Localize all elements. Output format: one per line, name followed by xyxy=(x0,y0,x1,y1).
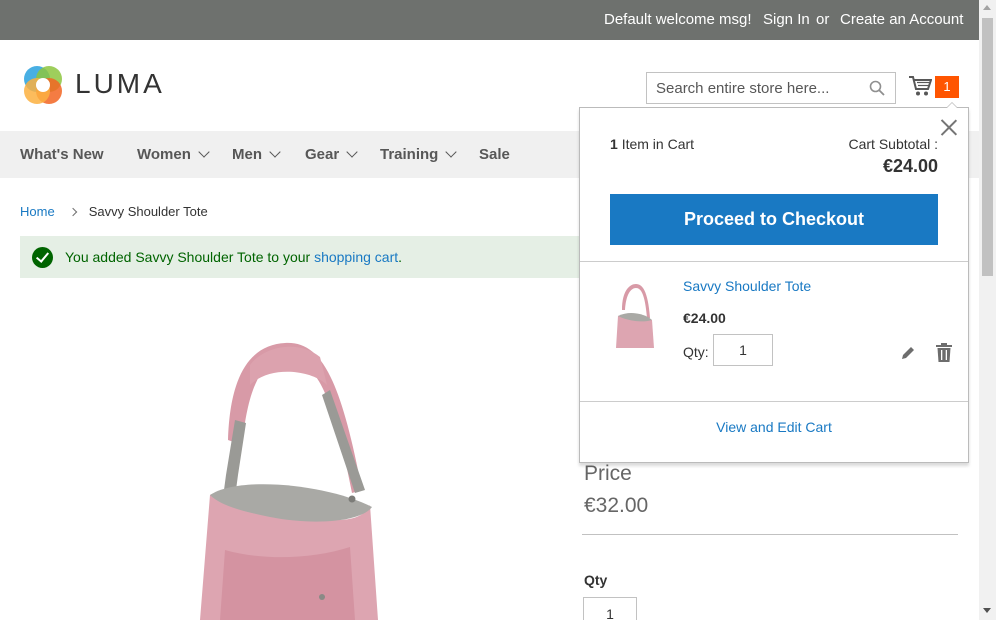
cart-item-name-link[interactable]: Savvy Shoulder Tote xyxy=(683,278,811,294)
divider xyxy=(580,401,968,402)
shopping-cart-link[interactable]: shopping cart xyxy=(314,249,398,265)
nav-item-label: What's New xyxy=(20,146,104,163)
search-input[interactable] xyxy=(647,73,857,103)
search-box[interactable] xyxy=(646,72,896,104)
minicart-item-count: 1 Item in Cart xyxy=(610,136,694,152)
subtotal-label: Cart Subtotal : xyxy=(848,136,939,152)
nav-item-label: Gear xyxy=(305,146,340,163)
product-price: €32.00 xyxy=(584,494,649,517)
nav-item-whats-new[interactable]: What's New xyxy=(20,146,104,163)
qty-input[interactable]: 1 xyxy=(583,597,637,620)
item-count-text: Item in Cart xyxy=(621,136,695,152)
breadcrumb-home-link[interactable]: Home xyxy=(20,204,55,219)
cart-counter-badge: 1 xyxy=(935,76,959,98)
nav-item-label: Women xyxy=(137,146,191,163)
nav-item-label: Training xyxy=(380,146,439,163)
success-message-text: You added Savvy Shoulder Tote to your sh… xyxy=(65,249,402,265)
scroll-down-arrow-icon[interactable] xyxy=(983,608,991,613)
view-and-edit-cart-link[interactable]: View and Edit Cart xyxy=(580,419,968,435)
nav-item-men[interactable]: Men xyxy=(232,146,281,163)
proceed-to-checkout-button[interactable]: Proceed to Checkout xyxy=(610,194,938,245)
nav-item-women[interactable]: Women xyxy=(137,146,210,163)
chevron-down-icon xyxy=(198,146,210,158)
item-count-number: 1 xyxy=(610,136,618,152)
subtotal-value: €24.00 xyxy=(882,156,938,176)
message-suffix: . xyxy=(398,249,403,265)
divider xyxy=(582,534,958,535)
message-prefix: You added Savvy Shoulder Tote to your xyxy=(65,249,311,265)
nav-item-gear[interactable]: Gear xyxy=(305,146,358,163)
logo-text: LUMA xyxy=(75,68,165,99)
divider xyxy=(580,261,968,262)
cart-icon xyxy=(909,76,932,96)
trash-icon[interactable] xyxy=(936,343,952,362)
minicart-dropdown: 1 Item in Cart Cart Subtotal : €24.00 Pr… xyxy=(579,102,969,463)
breadcrumb: Home Savvy Shoulder Tote xyxy=(20,204,208,219)
nav-item-training[interactable]: Training xyxy=(380,146,458,163)
welcome-message: Default welcome msg! xyxy=(604,11,752,28)
chevron-down-icon xyxy=(346,146,358,158)
nav-item-label: Sale xyxy=(479,146,510,163)
scroll-up-arrow-icon[interactable] xyxy=(983,5,991,10)
create-account-link[interactable]: Create an Account xyxy=(840,11,963,28)
scrollbar-thumb[interactable] xyxy=(982,18,993,276)
cart-item-qty-label: Qty: xyxy=(683,344,709,360)
nav-item-label: Men xyxy=(232,146,262,163)
or-separator: or xyxy=(816,11,830,28)
success-message: You added Savvy Shoulder Tote to your sh… xyxy=(20,236,590,278)
chevron-down-icon xyxy=(445,146,458,158)
product-image[interactable] xyxy=(190,335,390,620)
top-panel: Default welcome msg! Sign In or Create a… xyxy=(0,0,979,40)
cart-item-thumbnail[interactable] xyxy=(612,280,656,348)
breadcrumb-current: Savvy Shoulder Tote xyxy=(88,204,208,219)
cart-item-price: €24.00 xyxy=(683,310,726,326)
chevron-down-icon xyxy=(269,146,281,158)
edit-pencil-icon[interactable] xyxy=(900,345,916,361)
search-icon[interactable] xyxy=(869,80,885,96)
nav-item-sale[interactable]: Sale xyxy=(479,146,510,163)
close-icon[interactable] xyxy=(940,118,958,136)
page-scrollbar[interactable] xyxy=(979,0,996,620)
chevron-right-icon xyxy=(68,207,77,217)
sign-in-link[interactable]: Sign In xyxy=(763,11,810,28)
qty-label: Qty xyxy=(584,572,608,588)
luma-logo[interactable]: LUMA xyxy=(20,62,170,108)
luma-logo-icon xyxy=(24,66,62,104)
cart-item-qty-input[interactable]: 1 xyxy=(713,334,773,366)
price-label: Price xyxy=(584,462,632,485)
checkmark-icon xyxy=(32,247,53,268)
